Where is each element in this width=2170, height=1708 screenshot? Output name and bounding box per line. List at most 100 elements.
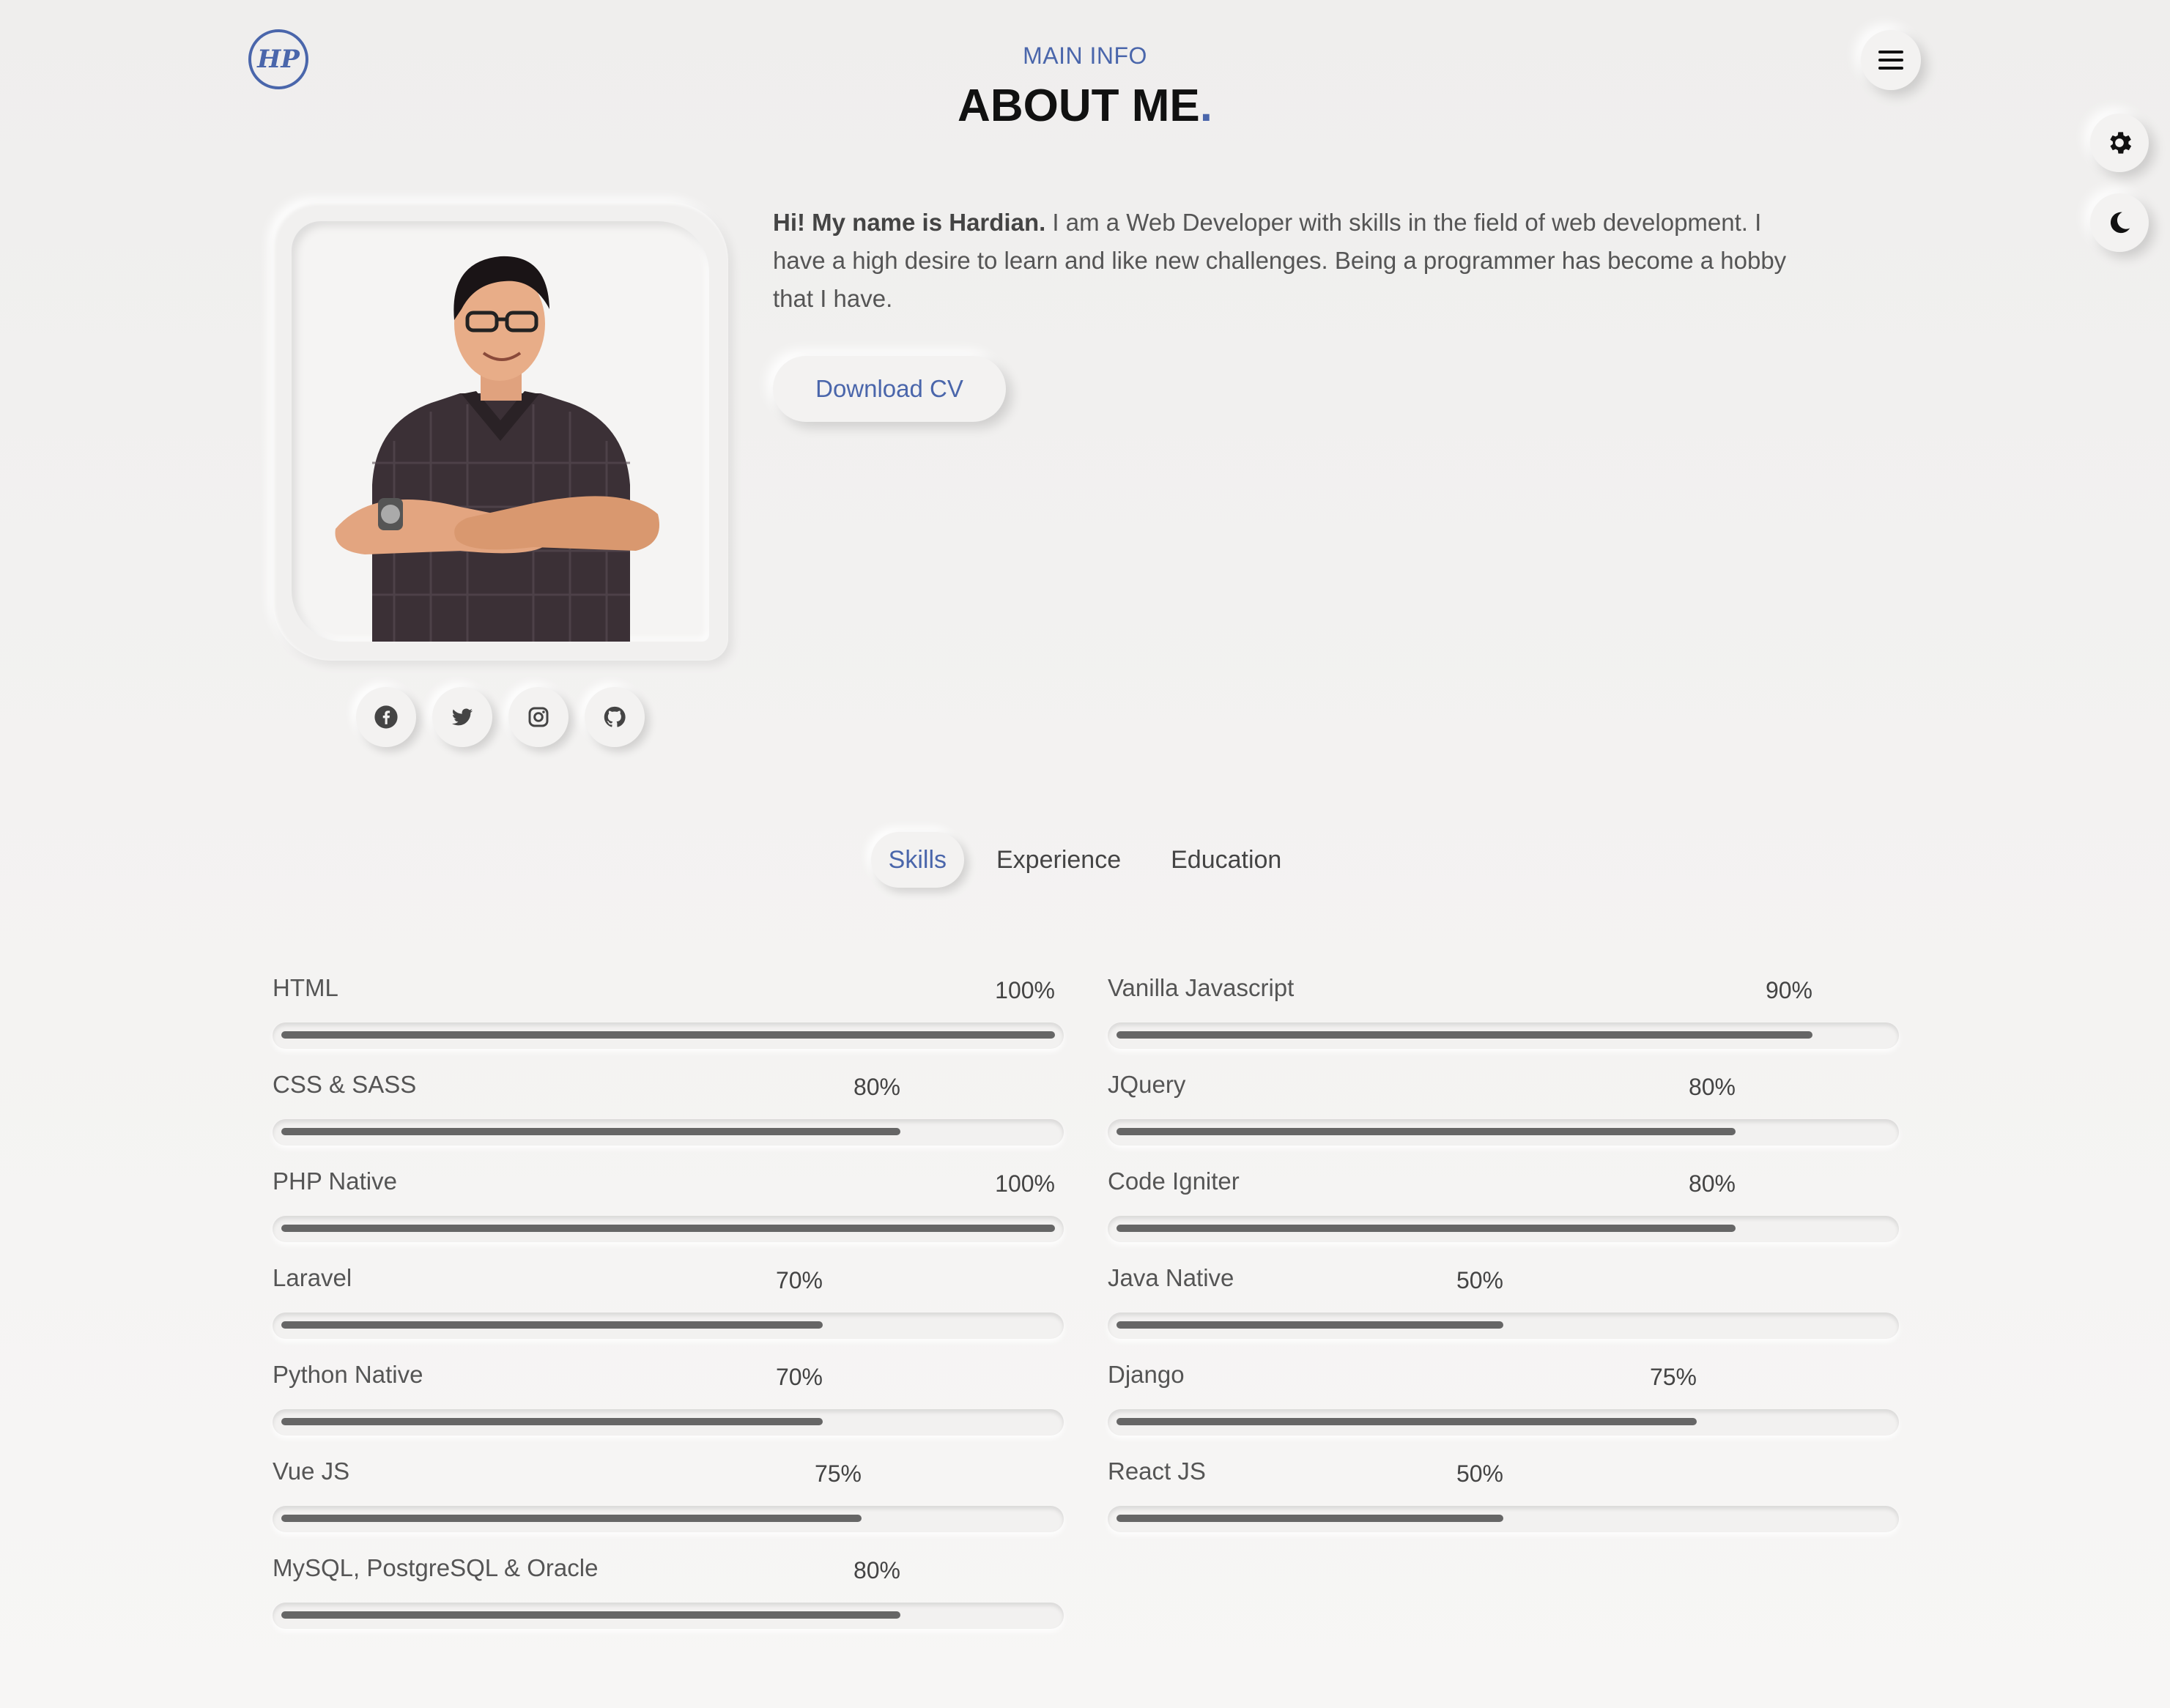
instagram-button[interactable]: [508, 687, 569, 747]
page-title: ABOUT ME.: [0, 80, 2170, 132]
social-links: [356, 687, 645, 747]
skill-progress-fill: [281, 1225, 1055, 1232]
skill-percent: 70%: [775, 1267, 823, 1293]
skill-progress-fill: [1117, 1321, 1503, 1329]
skill-name: Django: [1108, 1361, 1185, 1388]
skill-progress-track: [273, 1119, 1064, 1146]
skill-progress-track: [273, 1216, 1064, 1242]
title-dot: .: [1199, 81, 1212, 131]
skill-item: CSS & SASS 80%: [273, 1062, 1064, 1159]
skill-percent: 100%: [995, 977, 1055, 1003]
skill-progress-track: [273, 1506, 1064, 1532]
skill-name: Code Igniter: [1108, 1167, 1240, 1195]
skill-name: CSS & SASS: [273, 1071, 417, 1098]
tab-skills[interactable]: Skills: [870, 832, 964, 888]
skill-item: Python Native 70%: [273, 1352, 1064, 1449]
skill-name: HTML: [273, 974, 338, 1001]
twitter-icon: [451, 708, 473, 726]
skills-column-right: Vanilla Javascript 90% JQuery 80% Code Ignit…: [1108, 965, 1899, 1545]
skill-name: PHP Native: [273, 1167, 397, 1195]
github-button[interactable]: [585, 687, 645, 747]
skill-percent: 80%: [853, 1557, 900, 1583]
skill-percent: 100%: [995, 1170, 1055, 1197]
skill-item: JQuery 80%: [1108, 1062, 1899, 1159]
tab-education[interactable]: Education: [1153, 832, 1299, 888]
profile-photo: [292, 221, 709, 642]
skill-progress-track: [1108, 1119, 1899, 1146]
skill-item: Django 75%: [1108, 1352, 1899, 1449]
skill-item: React JS 50%: [1108, 1449, 1899, 1545]
skill-name: React JS: [1108, 1458, 1206, 1485]
facebook-button[interactable]: [356, 687, 416, 747]
skill-name: Laravel: [273, 1264, 352, 1291]
skill-progress-track: [1108, 1022, 1899, 1049]
menu-icon-bar: [1878, 51, 1903, 53]
download-cv-button[interactable]: Download CV: [773, 356, 1006, 422]
info-tabs: Skills Experience Education: [0, 832, 2170, 888]
skill-item: Code Igniter 80%: [1108, 1159, 1899, 1255]
skill-item: MySQL, PostgreSQL & Oracle 80%: [273, 1545, 1064, 1642]
menu-icon-bar: [1878, 59, 1903, 62]
facebook-icon: [374, 705, 398, 729]
skill-progress-fill: [1117, 1515, 1503, 1522]
skill-progress-fill: [1117, 1225, 1736, 1232]
skill-percent: 80%: [853, 1074, 900, 1100]
skill-percent: 80%: [1688, 1170, 1736, 1197]
skill-item: Laravel 70%: [273, 1255, 1064, 1352]
skill-percent: 80%: [1688, 1074, 1736, 1100]
skill-item: Java Native 50%: [1108, 1255, 1899, 1352]
skill-percent: 75%: [1649, 1364, 1697, 1390]
skill-progress-fill: [281, 1611, 900, 1619]
intro-greeting: Hi! My name is Hardian.: [773, 209, 1046, 236]
skill-progress-fill: [281, 1321, 823, 1329]
profile-photo-frame: [273, 202, 728, 661]
tab-experience[interactable]: Experience: [979, 832, 1138, 888]
skill-progress-fill: [281, 1418, 823, 1425]
skill-name: Python Native: [273, 1361, 423, 1388]
skill-item: HTML 100%: [273, 965, 1064, 1062]
skill-name: Java Native: [1108, 1264, 1234, 1291]
skill-item: Vue JS 75%: [273, 1449, 1064, 1545]
twitter-button[interactable]: [432, 687, 492, 747]
skill-percent: 50%: [1456, 1267, 1503, 1293]
skill-progress-track: [1108, 1312, 1899, 1339]
skill-percent: 75%: [814, 1460, 862, 1487]
skill-item: PHP Native 100%: [273, 1159, 1064, 1255]
menu-button[interactable]: [1861, 30, 1921, 90]
page-header: MAIN INFO ABOUT ME.: [0, 42, 2170, 132]
moon-icon: [2110, 212, 2130, 234]
section-subtitle: MAIN INFO: [1023, 42, 1147, 69]
skill-progress-track: [1108, 1216, 1899, 1242]
skill-percent: 90%: [1765, 977, 1812, 1003]
skill-name: Vue JS: [273, 1458, 350, 1485]
skill-name: MySQL, PostgreSQL & Oracle: [273, 1554, 599, 1581]
instagram-icon: [528, 707, 549, 727]
skill-progress-fill: [281, 1515, 862, 1522]
skill-progress-track: [1108, 1506, 1899, 1532]
skill-name: JQuery: [1108, 1071, 1186, 1098]
settings-button[interactable]: [2090, 114, 2149, 172]
skill-progress-track: [1108, 1409, 1899, 1436]
intro-paragraph: Hi! My name is Hardian. I am a Web Devel…: [773, 204, 1821, 318]
skill-progress-fill: [281, 1031, 1055, 1039]
skill-progress-fill: [281, 1128, 900, 1135]
skill-name: Vanilla Javascript: [1108, 974, 1295, 1001]
skills-column-left: HTML 100% CSS & SASS 80% PHP Native 100% Larav…: [273, 965, 1064, 1642]
skill-progress-fill: [1117, 1031, 1812, 1039]
skill-item: Vanilla Javascript 90%: [1108, 965, 1899, 1062]
skill-percent: 70%: [775, 1364, 823, 1390]
skill-progress-fill: [1117, 1128, 1736, 1135]
gear-icon: [2110, 132, 2132, 154]
skill-progress-track: [273, 1022, 1064, 1049]
skill-progress-track: [273, 1312, 1064, 1339]
skill-progress-fill: [1117, 1418, 1697, 1425]
menu-icon-bar: [1878, 67, 1903, 70]
skill-progress-track: [273, 1409, 1064, 1436]
skill-percent: 50%: [1456, 1460, 1503, 1487]
person-illustration: [335, 256, 659, 642]
dark-mode-toggle[interactable]: [2090, 193, 2149, 252]
page-title-text: ABOUT ME: [958, 81, 1200, 131]
github-icon: [604, 706, 626, 727]
about-page: HP MAIN INFO ABOUT ME. Hi! My name is Ha…: [0, 0, 2170, 1708]
skill-progress-track: [273, 1603, 1064, 1629]
